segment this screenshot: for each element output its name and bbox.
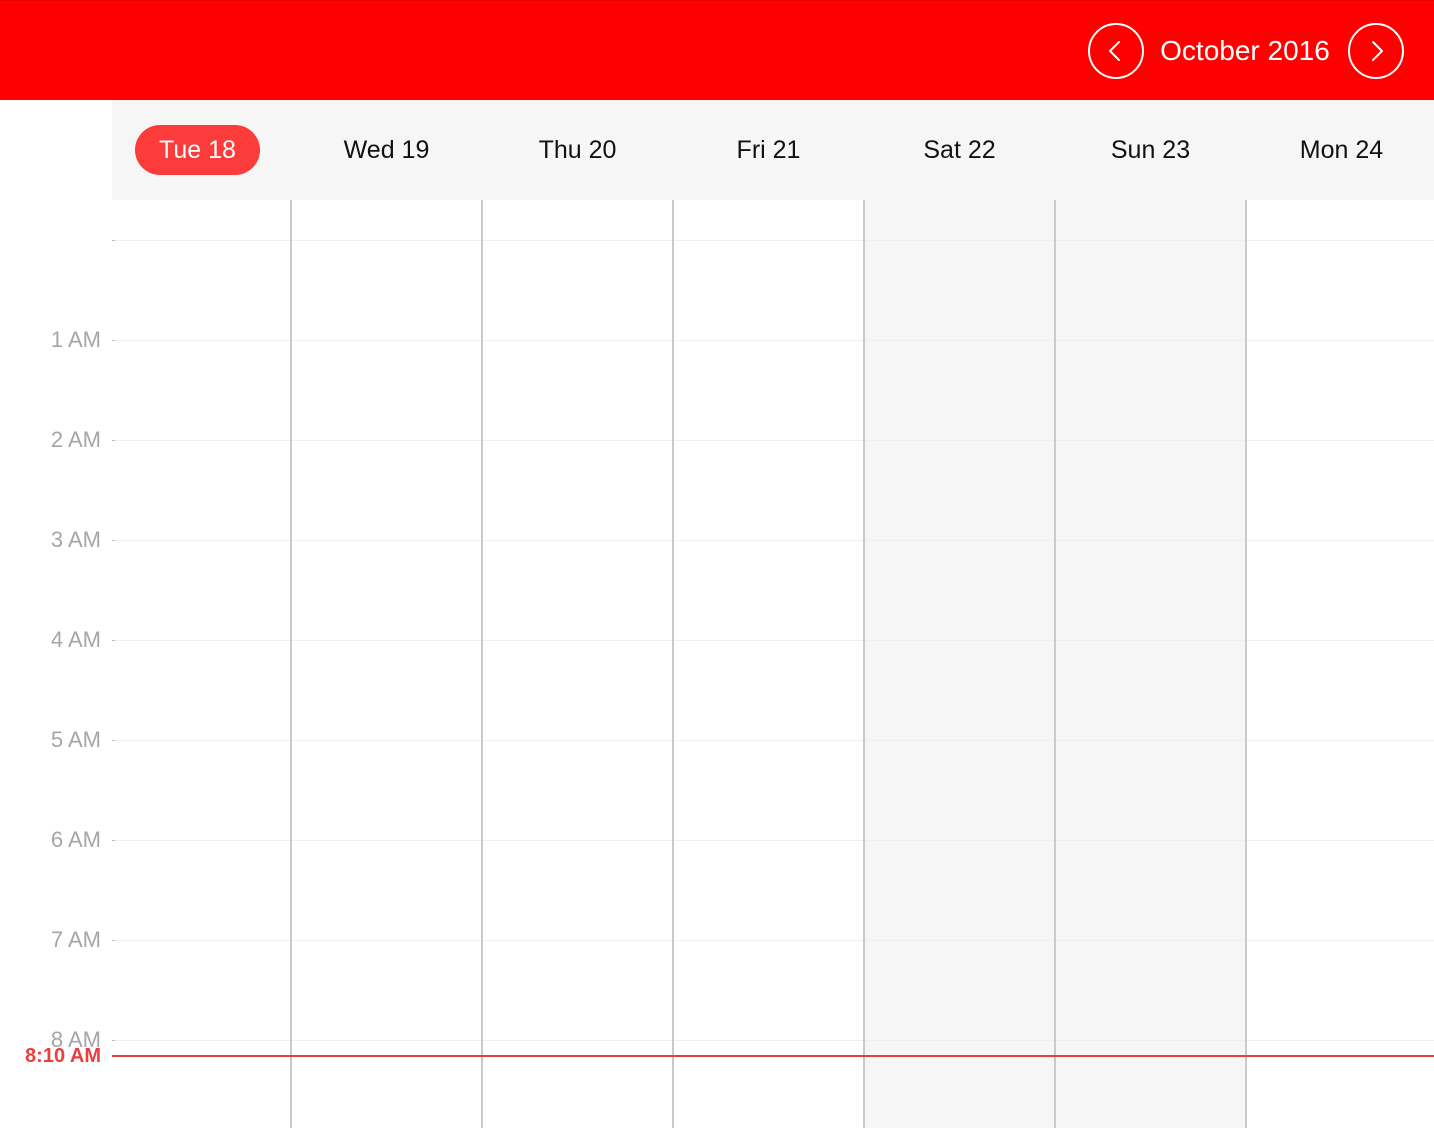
- chevron-right-icon: [1372, 41, 1383, 61]
- hour-label: 7 AM: [50, 927, 101, 952]
- hour-gridline: [112, 340, 1434, 341]
- hour-label: 6 AM: [50, 827, 101, 852]
- hour-tick: [112, 440, 115, 441]
- hour-gridline: [112, 540, 1434, 541]
- time-grid: 1 AM 2 AM 3 AM 4 AM 5 AM 6 AM 7 AM 8 AM 8:10 AM: [0, 200, 1434, 1128]
- next-week-button[interactable]: [1348, 23, 1404, 79]
- day-divider: [672, 200, 674, 1128]
- hour-label: 1 AM: [50, 327, 101, 352]
- day-divider: [481, 200, 483, 1128]
- day-divider: [1054, 200, 1056, 1128]
- day-header-fri-21[interactable]: Fri 21: [673, 100, 864, 200]
- day-header-tue-18[interactable]: Tue 18: [102, 100, 293, 200]
- hour-gridline: [112, 640, 1434, 641]
- hour-gridline: [112, 240, 1434, 241]
- hour-tick: [112, 840, 115, 841]
- hour-tick: [112, 240, 115, 241]
- day-header-wed-19[interactable]: Wed 19: [291, 100, 482, 200]
- day-label-text: Mon 24: [1299, 135, 1384, 164]
- hour-tick: [112, 940, 115, 941]
- day-label-text: Sat 22: [923, 135, 996, 164]
- day-header-sun-23[interactable]: Sun 23: [1055, 100, 1246, 200]
- hour-label: 3 AM: [50, 527, 101, 552]
- previous-week-button[interactable]: [1088, 23, 1144, 79]
- current-time-line: [112, 1054, 1434, 1057]
- hour-tick: [112, 340, 115, 341]
- day-header-mon-24[interactable]: Mon 24: [1246, 100, 1434, 200]
- calendar-header: October 2016: [0, 0, 1434, 100]
- hour-gridline: [112, 1040, 1434, 1041]
- hour-gridline: [112, 940, 1434, 941]
- day-divider: [1245, 200, 1247, 1128]
- hour-tick: [112, 540, 115, 541]
- day-label-text: Sun 23: [1110, 135, 1191, 164]
- hour-tick: [112, 740, 115, 741]
- day-label-text: Wed 19: [343, 135, 430, 164]
- chevron-left-icon: [1109, 41, 1120, 61]
- hour-tick: [112, 1040, 115, 1041]
- hour-label: 5 AM: [50, 727, 101, 752]
- hour-gridline: [112, 440, 1434, 441]
- hour-gridline: [112, 740, 1434, 741]
- today-badge: Tue 18: [135, 125, 260, 175]
- day-label-text: Thu 20: [538, 135, 617, 164]
- day-header-row: Tue 18 Wed 19 Thu 20 Fri 21 Sat 22 Sun 23 Mon …: [112, 100, 1434, 200]
- day-header-sat-22[interactable]: Sat 22: [864, 100, 1055, 200]
- day-divider: [863, 200, 865, 1128]
- hour-label: 4 AM: [50, 627, 101, 652]
- month-title: October 2016: [1160, 35, 1330, 66]
- hour-tick: [112, 640, 115, 641]
- day-divider: [290, 200, 292, 1128]
- current-time-label: 8:10 AM: [25, 1044, 101, 1067]
- day-header-thu-20[interactable]: Thu 20: [482, 100, 673, 200]
- day-label-text: Fri 21: [736, 135, 801, 164]
- hour-gridline: [112, 840, 1434, 841]
- hour-label: 2 AM: [50, 427, 101, 452]
